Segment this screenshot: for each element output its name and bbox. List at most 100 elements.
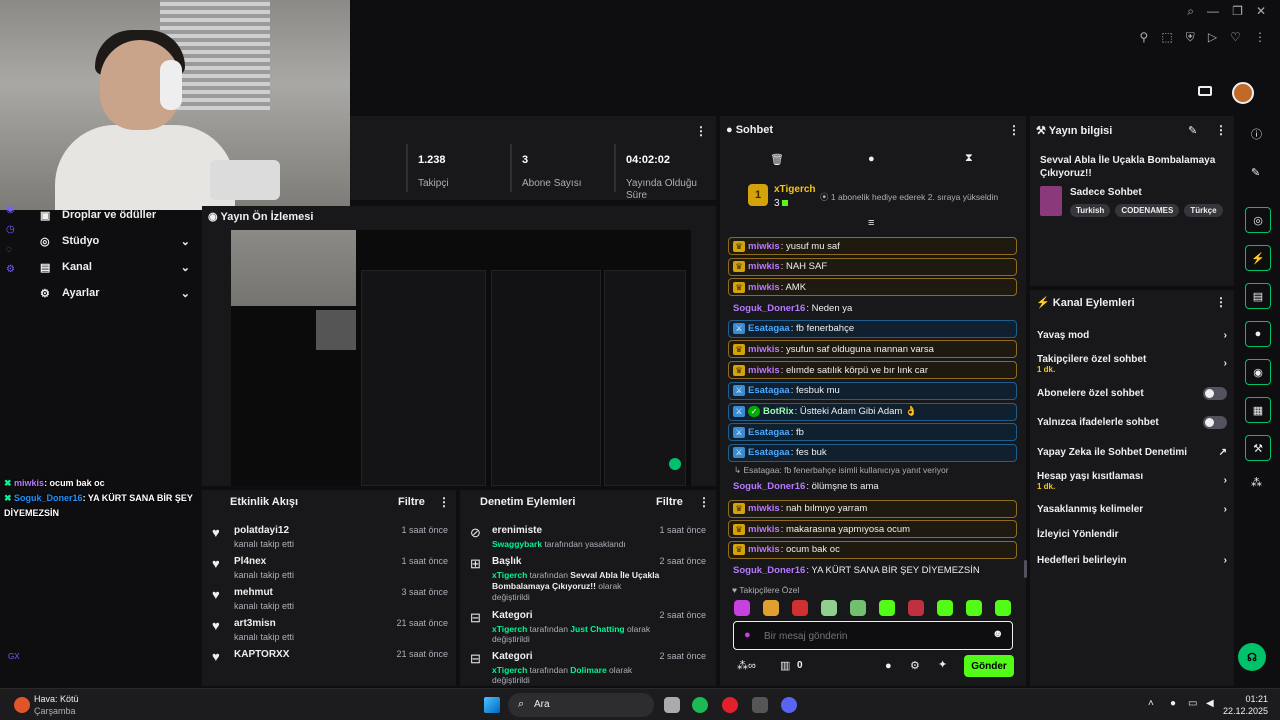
action-followers-only[interactable]: Takipçilere özel sohbet 1 dk. › [1037,352,1227,377]
emote-bar [734,600,1011,619]
avatar[interactable] [1232,82,1254,104]
emote-icon[interactable] [821,600,837,616]
search-icon[interactable]: ⌕ [1187,4,1194,19]
emote-icon[interactable] [995,600,1011,616]
emoji-icon[interactable]: ☻ [992,628,1004,640]
sidebar-item-studio[interactable]: ◎ Stüdyo ⌄ [40,228,190,254]
tag[interactable]: Türkçe [1184,204,1223,217]
chat-rail-button[interactable]: ● [1245,321,1271,347]
emote-only-toggle[interactable] [1203,416,1227,430]
minimize-icon[interactable]: — [1207,4,1219,18]
action-subscribers-only[interactable]: Abonelere özel sohbet [1037,381,1227,406]
bolt-rail-button[interactable]: ⚡ [1245,245,1271,271]
points-icon[interactable]: ⁂∞ [737,659,756,672]
info-icon[interactable]: ⓘ [1251,126,1262,142]
start-icon[interactable] [484,697,500,713]
mic-tray-icon[interactable]: ● [1170,698,1176,709]
stream-info-menu-icon[interactable]: ⋮ [1215,123,1227,137]
wrench-rail-button[interactable]: ⚒ [1245,435,1271,461]
chat-rail-icon[interactable]: ◌ [6,244,22,255]
send-button[interactable]: Gönder [964,655,1014,677]
moderator-badge-icon: ⚔ [733,406,745,417]
shield-icon[interactable]: ⛨ [1186,30,1195,45]
file-explorer-icon[interactable] [664,697,680,713]
app-icon[interactable] [752,697,768,713]
moderation-filter-button[interactable]: Filtre [656,496,683,508]
preview-video[interactable] [231,230,691,486]
sidebar-item-drops[interactable]: ▣ Droplar ve ödüller [40,202,190,228]
sidebar-item-channel[interactable]: ▤ Kanal ⌄ [40,254,190,280]
taskbar-search[interactable]: ⌕ Ara [508,693,654,717]
opera-gx-icon[interactable] [722,697,738,713]
subscribers-only-toggle[interactable] [1203,386,1227,400]
action-banned-words[interactable]: Yasaklanmış kelimeler › [1037,497,1227,522]
action-ai-moderation[interactable]: Yapay Zeka ile Sohbet Denetimi ↗ [1037,440,1227,465]
document-rail-button[interactable]: ▤ [1245,283,1271,309]
theatre-icon[interactable] [1198,86,1212,96]
emote-icon[interactable] [792,600,808,616]
stats-menu-icon[interactable]: ⋮ [695,124,707,138]
screenshot-icon[interactable]: ⬚ [1161,30,1172,44]
activity-menu-icon[interactable]: ⋮ [438,495,450,509]
heart-icon[interactable]: ♡ [1230,30,1241,44]
volume-icon[interactable]: ◀ [1206,698,1214,709]
emote-picker-icon[interactable]: ✦ [938,658,947,671]
action-set-goals[interactable]: Hedefleri belirleyin › [1037,548,1227,573]
trash-icon[interactable]: 🗑 [770,153,784,166]
mic-icon[interactable]: ● [744,629,751,641]
tag[interactable]: CODENAMES [1115,204,1180,217]
broadcast-rail-button[interactable]: ◉ [1245,359,1271,385]
action-slow-mode[interactable]: Yavaş mod › [1037,323,1227,348]
chat-users-icon[interactable]: ● [885,660,892,672]
sidebar-item-settings[interactable]: ⚙ Ayarlar ⌄ [40,280,190,306]
emote-icon[interactable] [763,600,779,616]
chat-input[interactable] [764,627,984,645]
add-widget-icon[interactable]: ⁂ [1251,476,1262,489]
action-redirect-viewers[interactable]: İzleyici Yönlendir [1037,523,1227,548]
eye-icon: ◉ [208,211,218,223]
support-button[interactable]: ☊ [1238,643,1266,671]
emote-icon[interactable] [966,600,982,616]
category-thumbnail[interactable] [1040,186,1062,216]
play-icon[interactable]: ▷ [1208,30,1217,44]
camera-rail-button[interactable]: ◎ [1245,207,1271,233]
emote-icon[interactable] [734,600,750,616]
activity-filter-button[interactable]: Filtre [398,496,425,508]
close-icon[interactable]: ✕ [1256,4,1266,18]
layout-rail-button[interactable]: ▦ [1245,397,1271,423]
emote-icon[interactable] [879,600,895,616]
pin-icon[interactable]: ⚲ [1140,30,1149,44]
network-icon[interactable]: ▭ [1188,698,1197,709]
edit-icon[interactable]: ✎ [1188,124,1197,137]
chat-menu-icon[interactable]: ⋮ [1008,123,1020,137]
clock-date[interactable]: 22.12.2025 [1222,706,1268,716]
discord-icon[interactable] [781,697,797,713]
action-account-age[interactable]: Hesap yaşı kısıtlaması 1 dk. › [1037,469,1227,494]
chat-settings-icon[interactable]: ● [868,153,875,165]
pinned-toggle-icon[interactable]: ≡ [868,217,874,229]
gift-icon[interactable]: ▥ [780,659,790,672]
channel-actions-menu-icon[interactable]: ⋮ [1215,295,1227,309]
clock-rail-icon[interactable]: ◷ [6,224,22,235]
chat-message: Soguk_Doner16: ölümşne ts ama [733,481,879,493]
chat-scrollbar[interactable] [1024,560,1027,578]
drops-rail-icon[interactable]: ◉ [6,204,22,215]
moderation-menu-icon[interactable]: ⋮ [698,495,710,509]
restore-icon[interactable]: ❐ [1232,4,1243,18]
emote-icon[interactable] [850,600,866,616]
gear-icon[interactable]: ⚙ [910,659,920,672]
tray-chevron-icon[interactable]: ˄ [1148,698,1154,709]
pencil-icon[interactable]: ✎ [1251,166,1260,179]
settings-rail-icon[interactable]: ⚙ [6,264,22,275]
activity-feed-panel: Etkinlik Akışı Filtre ⋮ ♥ polatdayi12 kan… [202,490,456,686]
tag[interactable]: Turkish [1070,204,1111,217]
emote-icon[interactable] [937,600,953,616]
menu-icon[interactable]: ⋮ [1254,30,1266,44]
action-emote-only[interactable]: Yalnızca ifadelerle sohbet [1037,411,1227,436]
category-name[interactable]: Sadece Sohbet [1070,187,1142,198]
weather-text[interactable]: Hava: Kötü [34,694,79,704]
clock-time[interactable]: 01:21 [1236,694,1268,704]
spotify-icon[interactable] [692,697,708,713]
emote-icon[interactable] [908,600,924,616]
hourglass-icon[interactable]: ⧗ [965,152,973,165]
